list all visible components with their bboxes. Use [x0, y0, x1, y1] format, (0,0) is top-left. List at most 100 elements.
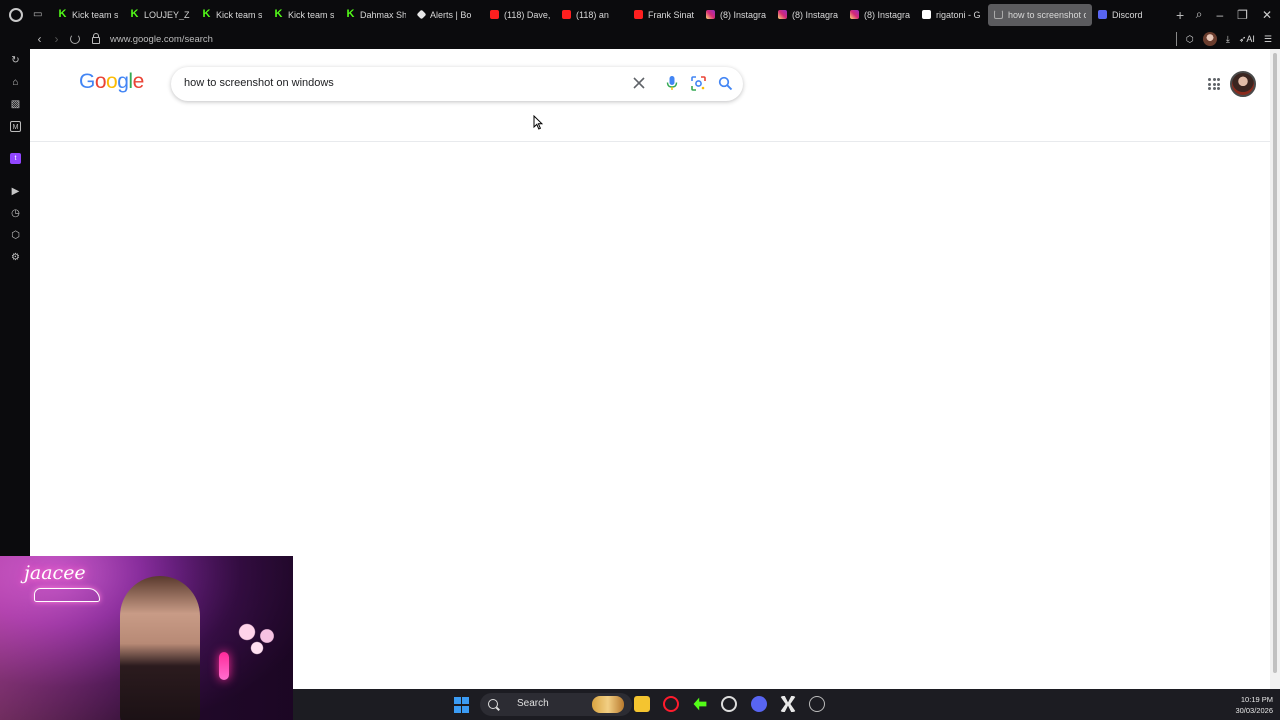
tab-5[interactable]: Alerts | Bo [412, 4, 484, 26]
clock-time: 10:19 PM [1240, 695, 1273, 704]
logo-letter: o [106, 70, 118, 93]
kick-icon: K [58, 8, 67, 20]
streaming-app-icon[interactable] [693, 697, 707, 711]
instagram-icon [778, 10, 787, 19]
google-icon [922, 10, 931, 19]
download-icon[interactable]: ⤓ [1226, 34, 1230, 45]
aria-ai-button[interactable]: ➶AI [1239, 34, 1255, 45]
tab-9[interactable]: (8) Instagra [700, 4, 772, 26]
youtube-icon [490, 10, 499, 19]
taskbar-search-label: Search [517, 698, 549, 709]
logo-letter: g [117, 70, 129, 93]
tab-0[interactable]: K Kick team s [52, 4, 124, 26]
pinboard-icon[interactable]: ▧ [10, 99, 21, 110]
history-icon[interactable]: ◷ [10, 208, 21, 219]
clear-icon[interactable] [632, 76, 646, 90]
instagram-icon [850, 10, 859, 19]
opera-logo-icon[interactable] [9, 7, 23, 22]
url-field[interactable]: www.google.com/search [110, 34, 213, 45]
twitch-icon[interactable]: t [10, 153, 21, 164]
google-lens-icon[interactable] [691, 76, 706, 91]
windows-start-icon[interactable] [454, 697, 470, 713]
tab-6[interactable]: (118) Dave, [484, 4, 556, 26]
webcam-flowers [232, 616, 282, 656]
settings-icon[interactable]: ⚙ [10, 252, 21, 263]
search-highlight-image [592, 696, 624, 713]
forward-button-icon[interactable]: › [48, 32, 65, 46]
workspace-icon[interactable]: ⌂ [10, 77, 21, 88]
webcam-streamer [120, 576, 200, 720]
window-controls: ⌕ – ❐ ✕ [1196, 0, 1272, 29]
taskbar-search-icon [488, 699, 498, 709]
tab-13[interactable]: how to screenshot o [988, 3, 1092, 26]
windows-taskbar: Search 10:19 PM 30/03/2026 [293, 689, 1280, 720]
back-button-icon[interactable]: ‹ [31, 32, 48, 46]
tab-4[interactable]: K Dahmax Sh [340, 4, 412, 26]
tab-8[interactable]: Frank Sinat [628, 4, 700, 26]
google-apps-icon[interactable] [1208, 78, 1220, 90]
neon-race-car-icon [34, 588, 100, 602]
tab-title: rigatoni - G [936, 9, 981, 20]
address-bar: ‹ › www.google.com/search ⬡ ⤓ ➶AI ☰ [0, 29, 1280, 49]
tab-title: Discord [1112, 9, 1143, 20]
mail-sidebar-icon[interactable]: M [10, 121, 21, 132]
profile-avatar[interactable] [1202, 32, 1217, 46]
obs-studio-icon[interactable] [721, 696, 737, 712]
tab-10[interactable]: (8) Instagra [772, 4, 844, 26]
lock-icon[interactable] [92, 32, 100, 44]
opera-taskbar-icon[interactable] [663, 696, 679, 712]
page-loading-icon [70, 34, 80, 44]
easy-setup-icon[interactable]: ☰ [1264, 34, 1272, 45]
header-divider [30, 141, 1270, 142]
extensions-icon[interactable]: ⬡ [1186, 34, 1194, 45]
tab-title: Kick team s [216, 9, 262, 20]
tab-menu-icon[interactable]: ▭ [33, 9, 42, 20]
player-icon[interactable]: ▶ [10, 186, 21, 197]
tab-title: Kick team s [288, 9, 334, 20]
mouse-cursor-icon [533, 115, 543, 130]
taskbar-search[interactable]: Search [480, 693, 632, 716]
close-window-icon[interactable]: ✕ [1262, 8, 1272, 22]
discord-taskbar-icon[interactable] [751, 696, 767, 712]
webcam-lava-lamp [219, 652, 229, 680]
tab-1[interactable]: K LOUJEY_Z [124, 4, 196, 26]
file-explorer-icon[interactable] [634, 696, 650, 712]
logo-letter: G [79, 70, 95, 93]
address-bar-actions: ⬡ ⤓ ➶AI ☰ [1176, 29, 1272, 49]
app-taskbar-icon[interactable] [809, 696, 825, 712]
extensions-sidebar-icon[interactable]: ⬡ [10, 230, 21, 241]
tab-12[interactable]: rigatoni - G [916, 4, 988, 26]
tab-title: LOUJEY_Z [144, 9, 190, 20]
page-scrollbar[interactable] [1270, 49, 1280, 689]
refresh-sidebar-icon[interactable]: ↻ [10, 55, 21, 66]
search-input[interactable]: how to screenshot on windows [184, 77, 334, 89]
new-tab-button[interactable]: + [1176, 7, 1184, 23]
tab-2[interactable]: K Kick team s [196, 4, 268, 26]
logo-letter: o [94, 70, 107, 93]
google-logo[interactable]: Google [79, 70, 144, 94]
scrollbar-thumb[interactable] [1273, 53, 1277, 673]
search-box[interactable]: how to screenshot on windows [171, 67, 743, 101]
clock-date: 30/03/2026 [1235, 706, 1273, 715]
tab-11[interactable]: (8) Instagra [844, 4, 916, 26]
tab-7[interactable]: (118) an [556, 4, 628, 26]
discord-icon [1098, 10, 1107, 19]
tab-title: (118) Dave, [504, 9, 550, 20]
tab-14[interactable]: Discord [1092, 4, 1160, 26]
minimize-icon[interactable]: – [1216, 8, 1223, 22]
tab-list: K Kick team s K LOUJEY_Z K Kick team s K Kick t… [52, 0, 1184, 29]
webcam-overlay: jaacee [0, 556, 293, 720]
kick-icon: K [274, 8, 283, 20]
restore-icon[interactable]: ❐ [1237, 8, 1248, 22]
system-clock[interactable]: 10:19 PM 30/03/2026 [1221, 694, 1273, 716]
browser-tab-strip: ▭ K Kick team s K LOUJEY_Z K Kick team s K Kick… [0, 0, 1280, 29]
tab-search-icon[interactable]: ⌕ [1196, 7, 1203, 22]
tab-title: how to screenshot o [1008, 9, 1086, 20]
microphone-icon[interactable] [665, 75, 679, 91]
search-icon[interactable] [718, 76, 733, 91]
ai-label: AI [1246, 33, 1255, 44]
tab-3[interactable]: K Kick team s [268, 4, 340, 26]
x-app-icon[interactable] [780, 696, 796, 712]
google-account-avatar[interactable] [1230, 71, 1256, 97]
kick-icon: K [130, 8, 139, 20]
